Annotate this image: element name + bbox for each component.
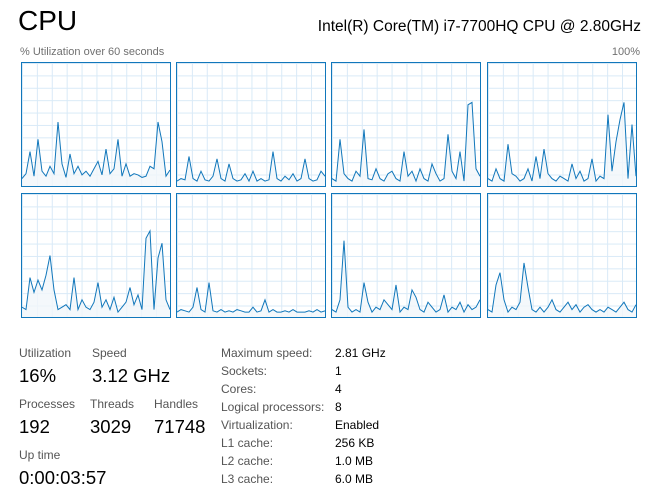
spec-key: L1 cache:: [221, 436, 274, 450]
spec-value: 1: [335, 364, 342, 378]
core-graph-7[interactable]: [331, 193, 481, 318]
core-graph-plot: [488, 262, 636, 317]
graph-max-label: 100%: [611, 46, 640, 58]
speed-label: Speed: [92, 346, 127, 360]
page-title: CPU: [18, 5, 78, 36]
utilization-area: [488, 102, 636, 186]
speed-value: 3.12 GHz: [92, 365, 171, 386]
utilization-area: [22, 122, 170, 186]
utilization-line: [332, 240, 480, 314]
core-graph-plot: [177, 282, 325, 317]
spec-key: Maximum speed:: [221, 346, 313, 360]
spec-key: Virtualization:: [221, 418, 293, 432]
utilization-area: [332, 102, 480, 186]
handles-value: 71748: [154, 416, 206, 437]
core-graph-plot: [488, 102, 636, 186]
core-graph-3[interactable]: [331, 62, 481, 187]
core-graph-5[interactable]: [21, 193, 171, 318]
core-graph-4[interactable]: [487, 62, 637, 187]
core-graph-plot: [22, 121, 170, 186]
spec-value: 8: [335, 400, 342, 414]
threads-value: 3029: [90, 416, 132, 437]
spec-key: Logical processors:: [221, 400, 325, 414]
spec-value: 2.81 GHz: [335, 346, 386, 360]
core-graph-plot: [332, 240, 480, 317]
spec-value: 256 KB: [335, 436, 375, 450]
core-graph-2[interactable]: [176, 62, 326, 187]
spec-key: Cores:: [221, 382, 257, 396]
spec-key: Sockets:: [221, 364, 268, 378]
core-graph-plot: [177, 151, 325, 186]
core-graph-plot: [22, 229, 170, 317]
core-graph-6[interactable]: [176, 193, 326, 318]
spec-value: 1.0 MB: [335, 454, 374, 468]
processes-value: 192: [19, 416, 50, 437]
spec-value: 6.0 MB: [335, 472, 374, 486]
spec-value: 4: [335, 382, 342, 396]
threads-label: Threads: [90, 397, 135, 411]
core-graph-plot: [332, 101, 480, 186]
graph-caption: % Utilization over 60 seconds: [20, 46, 165, 58]
utilization-area: [22, 230, 170, 317]
utilization-label: Utilization: [19, 346, 72, 360]
cpu-model-name: Intel(R) Core(TM) i7-7700HQ CPU @ 2.80GH…: [317, 18, 641, 35]
utilization-value: 16%: [19, 365, 57, 386]
uptime-value: 0:00:03:57: [19, 467, 107, 488]
core-graph-1[interactable]: [21, 62, 171, 187]
spec-key: L3 cache:: [221, 472, 274, 486]
uptime-label: Up time: [19, 448, 61, 462]
utilization-line: [488, 262, 636, 314]
spec-key: L2 cache:: [221, 454, 274, 468]
spec-value: Enabled: [335, 418, 380, 432]
handles-label: Handles: [154, 397, 199, 411]
processes-label: Processes: [19, 397, 76, 411]
core-graph-8[interactable]: [487, 193, 637, 318]
